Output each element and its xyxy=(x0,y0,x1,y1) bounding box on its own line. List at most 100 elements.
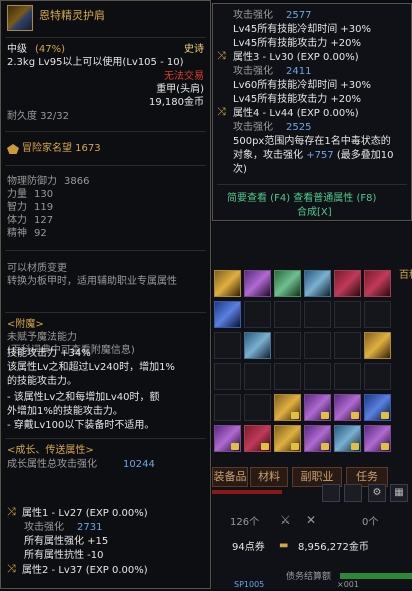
adventurer-fame: 冒险家名望 1673 xyxy=(22,143,101,154)
synthesis-link[interactable]: 合成[X] xyxy=(297,207,332,219)
atk3-label: 攻击强化 xyxy=(233,122,273,133)
xp-bar xyxy=(340,573,412,579)
inventory-slot[interactable] xyxy=(364,270,391,297)
skill-line: - 该属性Lv之和每增加Lv40时，额 xyxy=(7,392,160,403)
inventory-slot[interactable] xyxy=(244,270,271,297)
item-price: 19,180金币 xyxy=(149,97,204,108)
inventory-slot[interactable] xyxy=(304,425,331,452)
skill-line: - 穿戴Lv100以下装备时不适用。 xyxy=(7,420,155,431)
inventory-slot[interactable] xyxy=(214,270,241,297)
stat-label: 物理防御力 xyxy=(7,176,57,187)
lock-icon xyxy=(351,412,359,419)
skill-line: 技能攻击力 +34% xyxy=(7,348,91,359)
inventory-slot[interactable] xyxy=(304,270,331,297)
tab-equipment[interactable]: 装备品 xyxy=(212,467,248,487)
inventory-slot[interactable] xyxy=(364,301,391,328)
inventory-slot[interactable] xyxy=(334,270,361,297)
crossed-swords-icon: ⚔ xyxy=(280,513,291,527)
stat-value: 119 xyxy=(34,202,54,213)
inventory-slot[interactable] xyxy=(274,301,301,328)
effect-line: 次) xyxy=(233,164,247,175)
effect-line: Lv45所有技能冷却时间 +30% xyxy=(233,24,371,35)
inventory-slot[interactable] xyxy=(214,301,241,328)
sort-button[interactable] xyxy=(344,484,362,502)
item-tooltip-continued: 攻击强化 2577 Lv45所有技能冷却时间 +30% Lv45所有技能攻击力 … xyxy=(212,3,412,221)
inventory-slot[interactable] xyxy=(244,301,271,328)
inventory-slot[interactable] xyxy=(244,332,271,359)
stat-value: 92 xyxy=(34,228,47,239)
lock-icon xyxy=(261,443,269,450)
inventory-slot[interactable] xyxy=(274,332,301,359)
atk2-value: 2411 xyxy=(286,66,312,77)
inventory-slot[interactable] xyxy=(364,394,391,421)
skill-line: 该属性Lv之和超过Lv240时，增加1% xyxy=(7,362,175,373)
inventory-slot[interactable] xyxy=(274,394,301,421)
debt-label: 债务结算额 xyxy=(286,572,332,582)
inventory-slot[interactable] xyxy=(214,363,241,390)
atk3-value: 2525 xyxy=(286,122,312,133)
weight-requirement: 2.3kg Lv95以上可以使用(Lv105 - 10) xyxy=(7,57,184,68)
inventory-slot[interactable] xyxy=(334,394,361,421)
trade-status: 无法交易 xyxy=(164,71,204,82)
lock-icon xyxy=(321,443,329,450)
inventory-slot[interactable] xyxy=(304,332,331,359)
x-count-label: ×001 xyxy=(337,580,359,589)
inventory-slot[interactable] xyxy=(244,363,271,390)
inventory-slot[interactable] xyxy=(304,363,331,390)
points-label: 94点券 xyxy=(232,542,265,553)
knife-icon: ✕ xyxy=(306,513,317,527)
enchant-header: <附魔> xyxy=(7,319,44,330)
effect-line: Lv60所有技能冷却时间 +30% xyxy=(233,80,371,91)
atk2-label: 攻击强化 xyxy=(233,66,273,77)
inventory-slot[interactable] xyxy=(364,363,391,390)
inventory-slot[interactable] xyxy=(274,363,301,390)
shuffle-icon: ⤨ xyxy=(217,49,226,62)
lock-icon xyxy=(381,412,389,419)
convert-note: 转换为板甲时，适用辅助职业专属属性 xyxy=(7,276,177,287)
inventory-slot[interactable] xyxy=(334,332,361,359)
inventory-slot[interactable] xyxy=(334,301,361,328)
progress-bar xyxy=(212,490,282,494)
view-toggle-link[interactable]: 简要查看 (F4) 查看普通属性 (F8) xyxy=(227,193,376,205)
inventory-slot[interactable] xyxy=(274,425,301,452)
item-name: 恩特精灵护肩 xyxy=(39,9,105,22)
inventory-slot[interactable] xyxy=(334,363,361,390)
inventory-slot[interactable] xyxy=(364,332,391,359)
filter-button[interactable] xyxy=(322,484,340,502)
inventory-slot[interactable] xyxy=(334,425,361,452)
inventory-slot[interactable] xyxy=(244,425,271,452)
stat-label: 力量 xyxy=(7,189,27,200)
attr4-title: 属性4 - Lv44 (EXP 0.00%) xyxy=(233,108,359,119)
durability: 耐久度 32/32 xyxy=(7,111,69,122)
gold-label: 8,956,272金币 xyxy=(298,542,369,553)
stat-label: 体力 xyxy=(7,215,27,226)
inventory-window: 装备品 材料 副职业 任务 百科 ⚙ ▦ 126个 ⚔ ✕ 0个 94点 xyxy=(212,222,412,589)
tab-materials[interactable]: 材料 xyxy=(250,467,288,487)
inventory-slot[interactable] xyxy=(304,394,331,421)
attr1-atk-value: 2731 xyxy=(77,522,103,533)
inventory-slot[interactable] xyxy=(244,394,271,421)
lock-icon xyxy=(321,412,329,419)
inventory-slot[interactable] xyxy=(214,394,241,421)
stat-value: 130 xyxy=(34,189,54,200)
effect-line: 500px范围内每存在1名中毒状态的 xyxy=(233,136,391,147)
item-count: 126个 xyxy=(230,517,260,528)
attr2-title: 属性2 - Lv37 (EXP 0.00%) xyxy=(22,565,148,576)
inventory-slot[interactable] xyxy=(214,332,241,359)
growth-header: <成长、传送属性> xyxy=(7,445,94,456)
inventory-slot[interactable] xyxy=(304,301,331,328)
enchant-none: 未赋予魔法能力 xyxy=(7,332,77,343)
inventory-slot[interactable] xyxy=(274,270,301,297)
atk1-label: 攻击强化 xyxy=(233,10,273,21)
item-tooltip: 恩特精灵护肩 中级 (47%) 史诗 2.3kg Lv95以上可以使用(Lv10… xyxy=(0,0,211,589)
grid-icon[interactable]: ▦ xyxy=(390,484,408,502)
inventory-slot[interactable] xyxy=(364,425,391,452)
encyclopedia-icon[interactable]: 百科 xyxy=(399,270,412,282)
stat-value: 127 xyxy=(34,215,54,226)
fame-emblem-icon xyxy=(7,144,19,154)
attr3-title: 属性3 - Lv30 (EXP 0.00%) xyxy=(233,52,359,63)
atk1-value: 2577 xyxy=(286,10,312,21)
lock-icon xyxy=(381,443,389,450)
inventory-slot[interactable] xyxy=(214,425,241,452)
gear-icon[interactable]: ⚙ xyxy=(368,484,386,502)
